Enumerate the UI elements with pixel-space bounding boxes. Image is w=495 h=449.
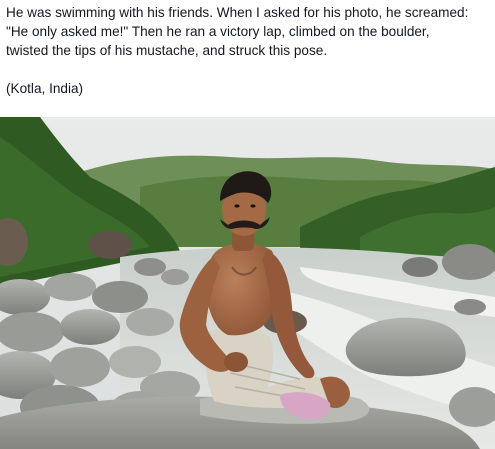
caption-line-1: He was swimming with his friends. When I… — [6, 5, 469, 20]
post-caption: He was swimming with his friends. When I… — [6, 3, 492, 98]
post: He was swimming with his friends. When I… — [0, 0, 495, 449]
caption-location: (Kotla, India) — [6, 81, 84, 96]
caption-line-2: "He only asked me!" Then he ran a victor… — [6, 24, 430, 39]
photo-scene — [0, 117, 495, 449]
post-photo[interactable] — [0, 117, 495, 449]
caption-line-3: twisted the tips of his mustache, and st… — [6, 43, 328, 58]
